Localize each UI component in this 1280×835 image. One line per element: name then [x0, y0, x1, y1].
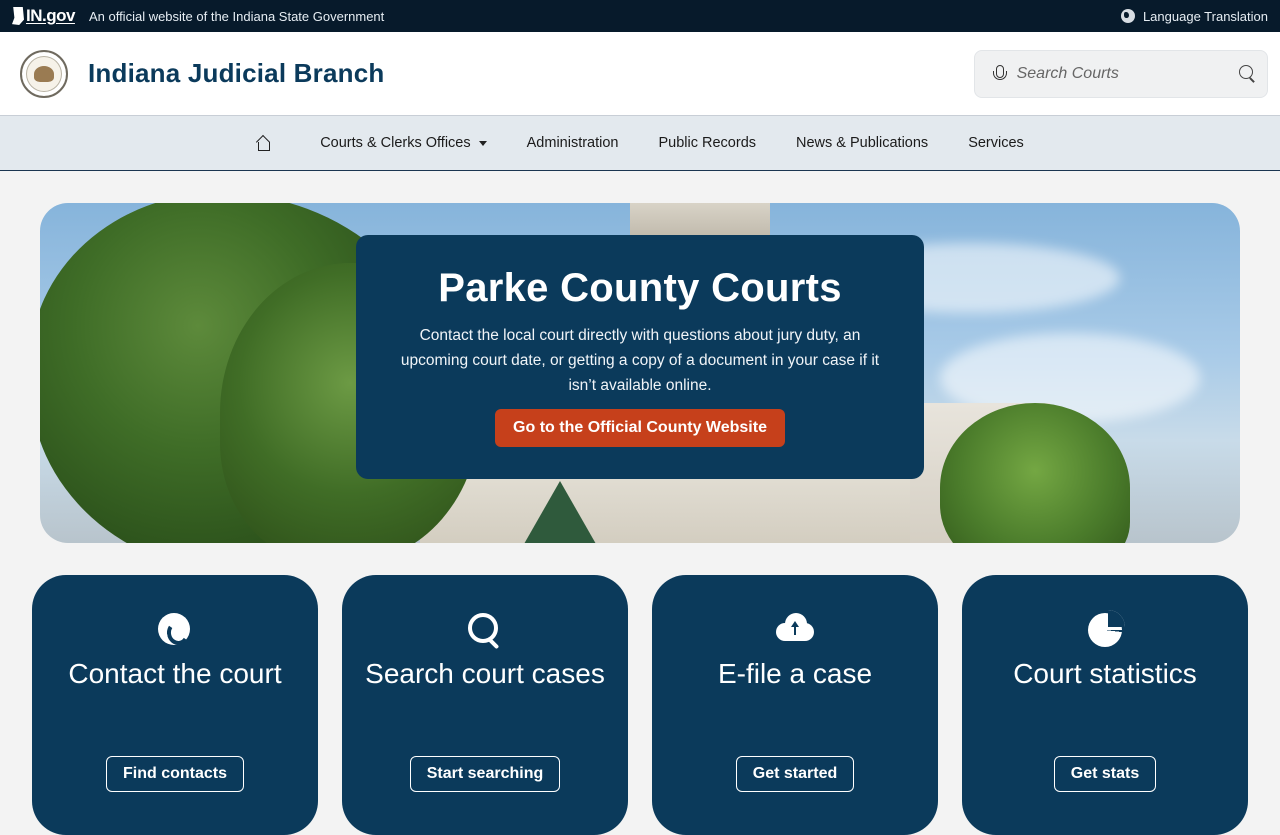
globe-icon — [1120, 9, 1135, 23]
nav-services[interactable]: Services — [968, 135, 1024, 151]
nav-home[interactable] — [256, 136, 280, 151]
language-translation-button[interactable]: Language Translation — [1120, 8, 1268, 24]
card-title: Search court cases — [365, 658, 605, 689]
microphone-icon[interactable] — [993, 64, 1007, 83]
brand-link[interactable]: Indiana Judicial Branch — [20, 49, 385, 98]
official-county-website-button[interactable]: Go to the Official County Website — [495, 409, 785, 447]
site-title: Indiana Judicial Branch — [88, 58, 385, 88]
caret-down-icon — [478, 140, 487, 146]
card-search-cases: Search court cases Start searching — [342, 575, 628, 835]
find-contacts-button[interactable]: Find contacts — [105, 756, 244, 792]
card-efile: E-file a case Get started — [652, 575, 938, 835]
card-title: E-file a case — [717, 658, 873, 689]
official-site-text: An official website of the Indiana State… — [88, 8, 385, 24]
hero-card: Parke County Courts Contact the local co… — [356, 235, 924, 479]
indiana-seal-logo — [20, 49, 68, 98]
search-input[interactable] — [1016, 64, 1225, 83]
phone-icon — [158, 613, 192, 647]
pie-chart-icon — [1088, 610, 1125, 647]
language-translation-label: Language Translation — [1142, 8, 1268, 24]
card-court-statistics: Court statistics Get stats — [962, 575, 1248, 835]
search-icon[interactable] — [1238, 64, 1253, 83]
start-searching-button[interactable]: Start searching — [409, 756, 561, 792]
nav-courts-clerks-offices[interactable]: Courts & Clerks Offices — [320, 135, 487, 151]
state-banner: IN.gov An official website of the Indian… — [0, 0, 1280, 32]
hero-banner: Parke County Courts Contact the local co… — [40, 203, 1240, 543]
main-nav: Courts & Clerks Offices Administration P… — [0, 116, 1280, 171]
nav-public-records[interactable]: Public Records — [659, 135, 757, 151]
card-title: Court statistics — [1013, 658, 1197, 689]
indiana-state-icon — [12, 7, 24, 25]
service-cards: Contact the court Find contacts Search c… — [32, 575, 1248, 835]
hero-description: Contact the local court directly with qu… — [400, 327, 880, 394]
nav-news-publications[interactable]: News & Publications — [796, 135, 928, 151]
cloud-upload-icon — [776, 613, 814, 647]
get-stats-button[interactable]: Get stats — [1053, 756, 1157, 792]
site-header: Indiana Judicial Branch — [0, 32, 1280, 116]
nav-label: Courts & Clerks Offices — [320, 135, 471, 151]
nav-administration[interactable]: Administration — [527, 135, 619, 151]
hero-title: Parke County Courts — [438, 266, 842, 310]
card-title: Contact the court — [68, 658, 282, 689]
card-contact-court: Contact the court Find contacts — [32, 575, 318, 835]
home-icon — [256, 136, 271, 151]
ingov-logo[interactable]: IN.gov — [12, 6, 75, 26]
search-icon — [468, 613, 502, 647]
search-box — [974, 49, 1268, 98]
ingov-logo-text: IN.gov — [26, 6, 75, 25]
pine-tree-image — [520, 481, 600, 543]
get-started-button[interactable]: Get started — [735, 756, 855, 792]
